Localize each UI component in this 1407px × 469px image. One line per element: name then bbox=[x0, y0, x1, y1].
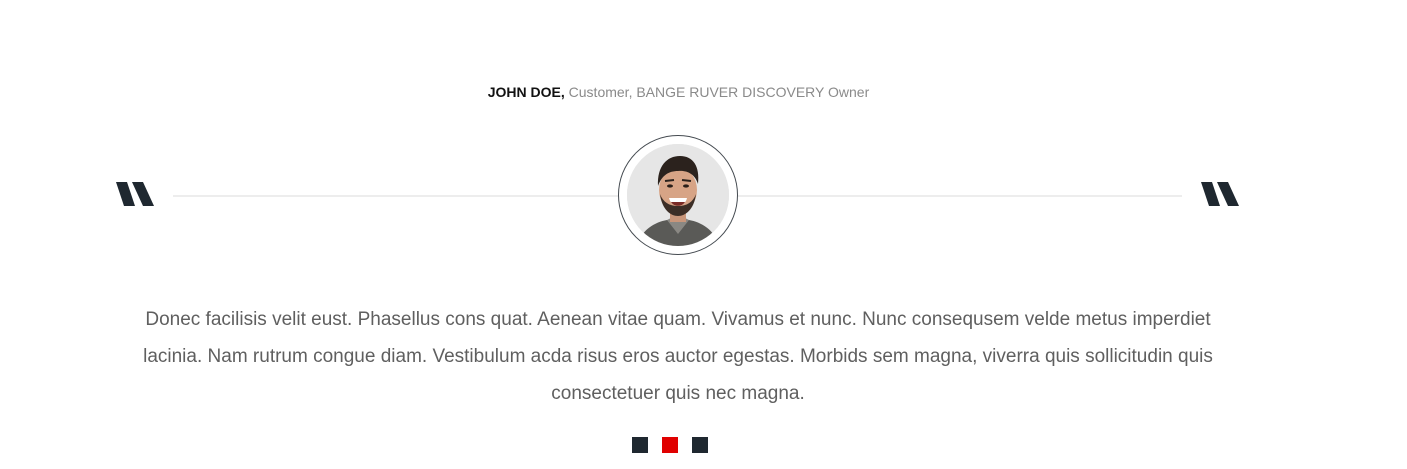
slider-pagination bbox=[632, 437, 708, 453]
quote-mark-left-icon bbox=[116, 180, 156, 208]
author-name: JOHN DOE, bbox=[487, 84, 565, 100]
divider-left bbox=[173, 195, 619, 197]
pagination-dot-1[interactable] bbox=[632, 437, 648, 453]
author-role: Customer, BANGE RUVER DISCOVERY Owner bbox=[564, 84, 870, 100]
quote-mark-right-icon bbox=[1201, 180, 1241, 208]
divider-right bbox=[738, 195, 1182, 197]
pagination-dot-2-active[interactable] bbox=[662, 437, 678, 453]
customer-avatar bbox=[627, 144, 729, 246]
pagination-dot-3[interactable] bbox=[692, 437, 708, 453]
author-line: JOHN DOE, Customer, BANGE RUVER DISCOVER… bbox=[0, 83, 1357, 101]
avatar-frame bbox=[618, 135, 738, 255]
testimonial-quote: Donec facilisis velit eust. Phasellus co… bbox=[143, 309, 1213, 404]
testimonial-slider: JOHN DOE, Customer, BANGE RUVER DISCOVER… bbox=[0, 0, 1407, 469]
